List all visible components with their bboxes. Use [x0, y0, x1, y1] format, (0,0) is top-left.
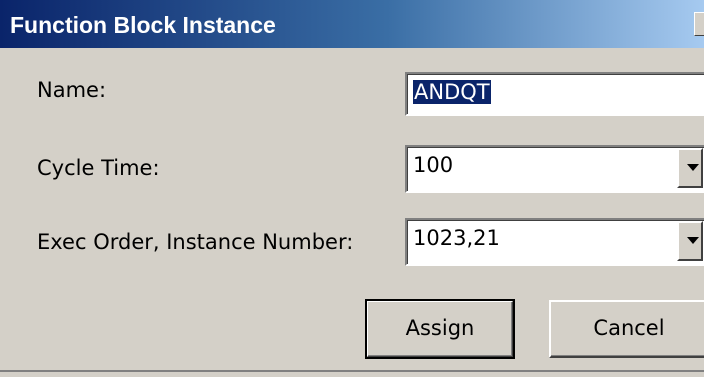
assign-button[interactable]: Assign	[365, 299, 515, 359]
window-title: Function Block Instance	[10, 12, 276, 38]
cycle-time-dropdown-button[interactable]	[677, 148, 703, 188]
cycle-time-value: 100	[413, 153, 454, 177]
cancel-button-label: Cancel	[593, 316, 665, 340]
title-bar[interactable]: Function Block Instance	[0, 0, 704, 48]
exec-order-label: Exec Order, Instance Number:	[37, 230, 354, 254]
name-label: Name:	[37, 78, 107, 102]
cycle-time-select[interactable]: 100	[405, 145, 704, 193]
exec-order-select[interactable]: 1023,21	[405, 218, 704, 266]
assign-button-label: Assign	[405, 316, 475, 340]
chevron-down-icon	[687, 164, 699, 171]
exec-order-dropdown-button[interactable]	[677, 221, 703, 261]
dialog-bottom-edge	[0, 370, 704, 372]
cancel-button[interactable]: Cancel	[549, 300, 704, 358]
chevron-down-icon	[687, 237, 699, 244]
cycle-time-label: Cycle Time:	[37, 156, 160, 180]
name-value: ANDQT	[413, 80, 491, 104]
title-bar-button[interactable]	[694, 12, 704, 36]
exec-order-value: 1023,21	[413, 226, 500, 250]
function-block-instance-dialog: Function Block Instance Name: ANDQT Cycl…	[0, 0, 704, 377]
name-field[interactable]: ANDQT	[405, 72, 704, 116]
